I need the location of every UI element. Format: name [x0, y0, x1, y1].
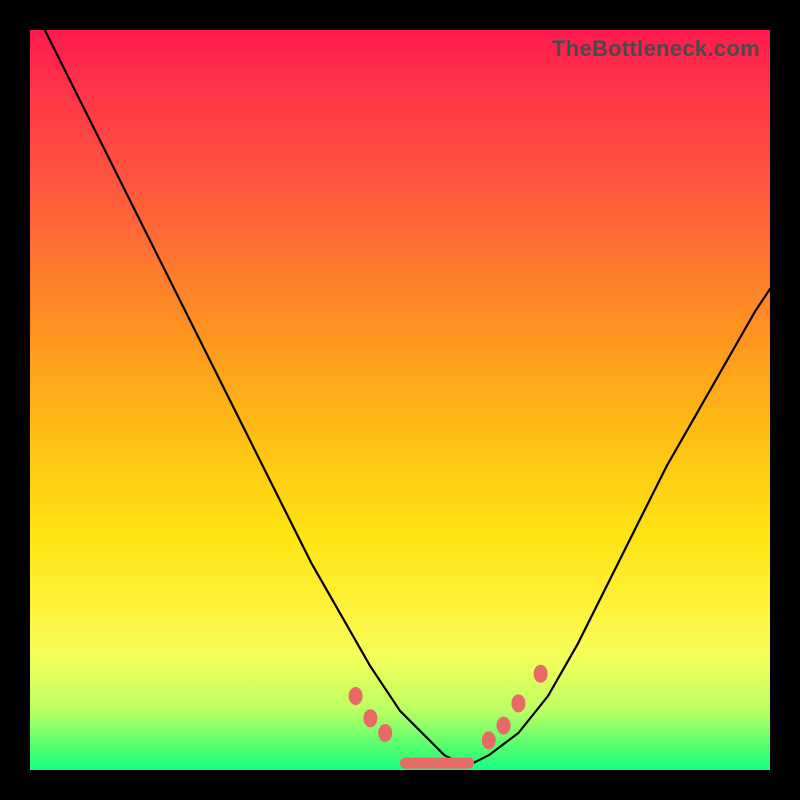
- chart-plot-area: TheBottleneck.com: [30, 30, 770, 770]
- marker-left-cluster-3: [378, 724, 392, 742]
- valley-flat-marker: [400, 758, 474, 769]
- marker-left-cluster-1: [349, 687, 363, 705]
- bottleneck-curve: [45, 30, 770, 763]
- marker-right-outlier: [534, 665, 548, 683]
- marker-right-cluster-2: [497, 717, 511, 735]
- marker-left-cluster-2: [363, 709, 377, 727]
- chart-frame: TheBottleneck.com: [0, 0, 800, 800]
- chart-svg: [30, 30, 770, 770]
- marker-right-cluster-3: [511, 694, 525, 712]
- marker-right-cluster-1: [482, 731, 496, 749]
